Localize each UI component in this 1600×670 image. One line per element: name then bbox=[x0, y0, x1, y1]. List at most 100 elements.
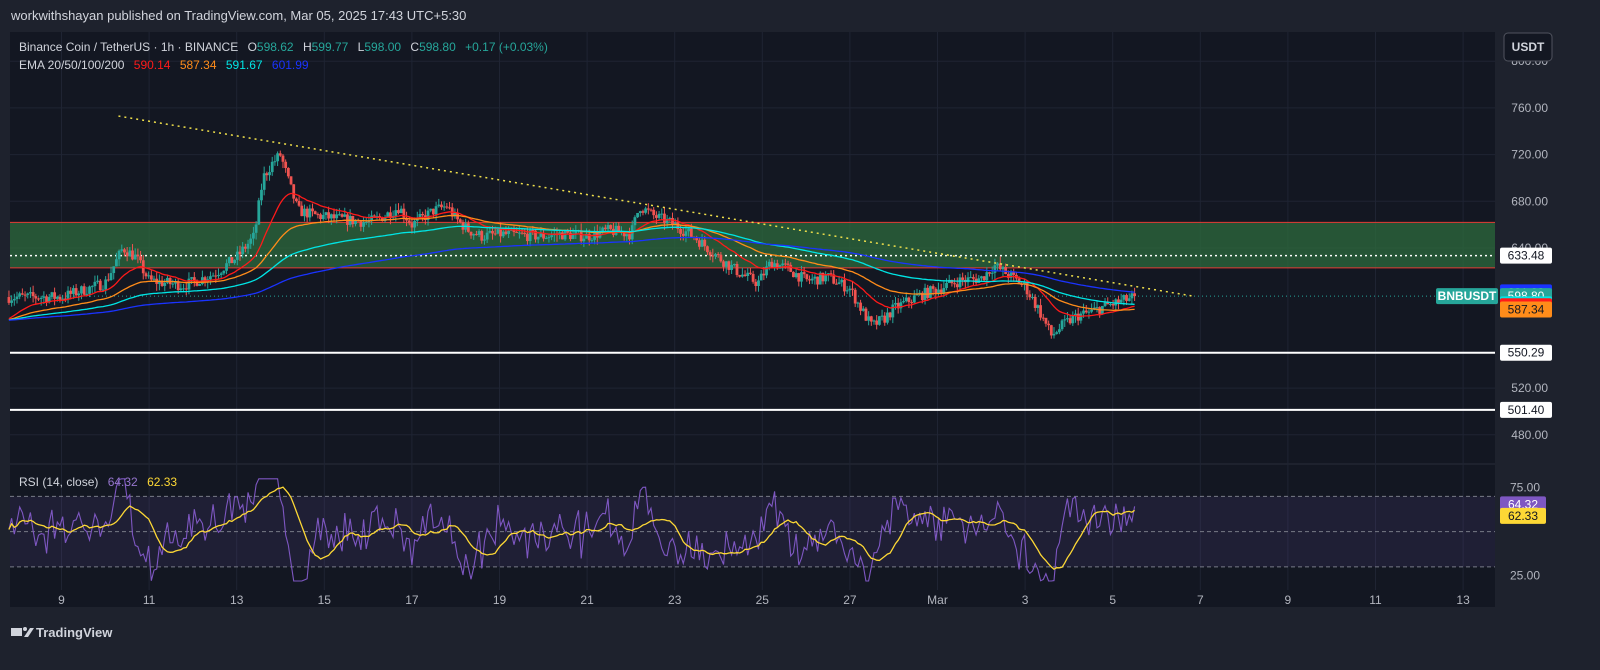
candle-body bbox=[1004, 267, 1008, 275]
candle-body bbox=[703, 239, 707, 247]
candle-body bbox=[708, 252, 712, 256]
rsi-legend[interactable]: RSI (14, close) 64.32 62.33 bbox=[19, 475, 177, 489]
candle-body bbox=[340, 214, 344, 217]
candle-body bbox=[719, 254, 723, 262]
candle-body bbox=[346, 214, 349, 225]
candle-body bbox=[875, 320, 879, 325]
candle-body bbox=[732, 263, 736, 265]
candle-body bbox=[1084, 310, 1088, 313]
candle-body bbox=[66, 290, 70, 299]
candle-body bbox=[294, 198, 298, 202]
candle-body bbox=[816, 276, 819, 285]
candle-body bbox=[824, 275, 828, 282]
candle-body bbox=[1111, 303, 1115, 306]
candle-body bbox=[273, 161, 277, 163]
candle-body bbox=[7, 297, 11, 303]
candle-body bbox=[324, 212, 328, 216]
candle-body bbox=[912, 295, 916, 303]
candle-body bbox=[840, 279, 844, 283]
candle-body bbox=[625, 234, 629, 237]
candle-body bbox=[276, 153, 279, 162]
candle-body bbox=[641, 211, 645, 213]
candle-body bbox=[990, 272, 994, 274]
candle-body bbox=[29, 292, 32, 294]
candle-body bbox=[125, 252, 129, 257]
candle-body bbox=[257, 200, 261, 225]
candle-body bbox=[440, 204, 443, 208]
candle-body bbox=[104, 279, 108, 290]
time-tick-label: 19 bbox=[493, 593, 507, 607]
candle-body bbox=[227, 257, 231, 264]
change-value: +0.17 (+0.03%) bbox=[465, 40, 548, 54]
candle-body bbox=[1047, 323, 1051, 326]
candle-body bbox=[469, 231, 473, 236]
candle-body bbox=[695, 238, 699, 241]
price-badge-label: 550.29 bbox=[1508, 346, 1545, 360]
candle-body bbox=[851, 288, 854, 290]
candle-body bbox=[112, 266, 116, 274]
candle-body bbox=[115, 259, 118, 267]
currency-button[interactable]: USDT bbox=[1503, 32, 1553, 62]
candle-body bbox=[864, 308, 868, 321]
candle-body bbox=[888, 312, 892, 318]
candle-body bbox=[915, 294, 919, 296]
candle-body bbox=[1060, 320, 1064, 330]
candle-body bbox=[853, 289, 857, 304]
candle-body bbox=[254, 224, 258, 233]
candle-body bbox=[507, 230, 511, 234]
candle-body bbox=[1066, 318, 1069, 320]
candle-body bbox=[429, 208, 433, 211]
candle-body bbox=[72, 288, 75, 294]
ema-legend[interactable]: EMA 20/50/100/200 590.14 587.34 591.67 6… bbox=[19, 58, 309, 72]
candle-body bbox=[144, 273, 148, 277]
candle-body bbox=[120, 249, 124, 251]
candle-body bbox=[802, 272, 806, 275]
currency-button-label[interactable]: USDT bbox=[1512, 40, 1545, 54]
candle-body bbox=[397, 210, 400, 214]
candle-body bbox=[485, 232, 489, 240]
candle-body bbox=[953, 283, 957, 285]
time-tick-label: 11 bbox=[143, 593, 156, 607]
candle-body bbox=[1130, 293, 1134, 299]
candle-body bbox=[128, 250, 132, 257]
candle-body bbox=[300, 205, 304, 217]
candle-body bbox=[1098, 307, 1102, 314]
candle-body bbox=[746, 272, 750, 276]
candle-body bbox=[31, 292, 35, 297]
price-tick-label: 480.00 bbox=[1511, 428, 1548, 442]
candle-body bbox=[82, 286, 86, 295]
candle-body bbox=[663, 213, 666, 224]
candle-body bbox=[483, 239, 486, 241]
candle-body bbox=[582, 238, 586, 242]
candle-body bbox=[934, 288, 938, 294]
time-tick-label: 23 bbox=[668, 593, 682, 607]
publish-line: workwithshayan published on TradingView.… bbox=[10, 8, 466, 23]
candle-body bbox=[50, 292, 54, 297]
candle-body bbox=[477, 231, 481, 235]
candle-body bbox=[241, 246, 245, 255]
candle-body bbox=[434, 206, 438, 215]
price-tick-label: 680.00 bbox=[1511, 194, 1548, 208]
candle-body bbox=[55, 296, 59, 299]
candle-body bbox=[856, 302, 860, 304]
candle-body bbox=[628, 234, 631, 240]
price-badge-label: BNBUSDT bbox=[1438, 289, 1497, 303]
candle-body bbox=[61, 298, 65, 300]
candle-body bbox=[684, 231, 688, 236]
candle-body bbox=[230, 257, 234, 264]
candle-body bbox=[12, 299, 16, 301]
candle-body bbox=[550, 235, 554, 238]
time-tick-label: 9 bbox=[58, 593, 65, 607]
candle-body bbox=[211, 275, 215, 277]
candle-body bbox=[797, 273, 801, 282]
candle-body bbox=[730, 264, 734, 270]
candle-body bbox=[292, 184, 296, 199]
rsi-badge-label: 62.33 bbox=[1508, 509, 1538, 523]
candle-body bbox=[268, 172, 271, 176]
candle-body bbox=[109, 273, 113, 281]
candle-body bbox=[308, 208, 312, 218]
candle-body bbox=[805, 274, 809, 280]
candle-body bbox=[1031, 296, 1034, 298]
candle-body bbox=[531, 230, 535, 232]
candle-body bbox=[636, 212, 639, 218]
